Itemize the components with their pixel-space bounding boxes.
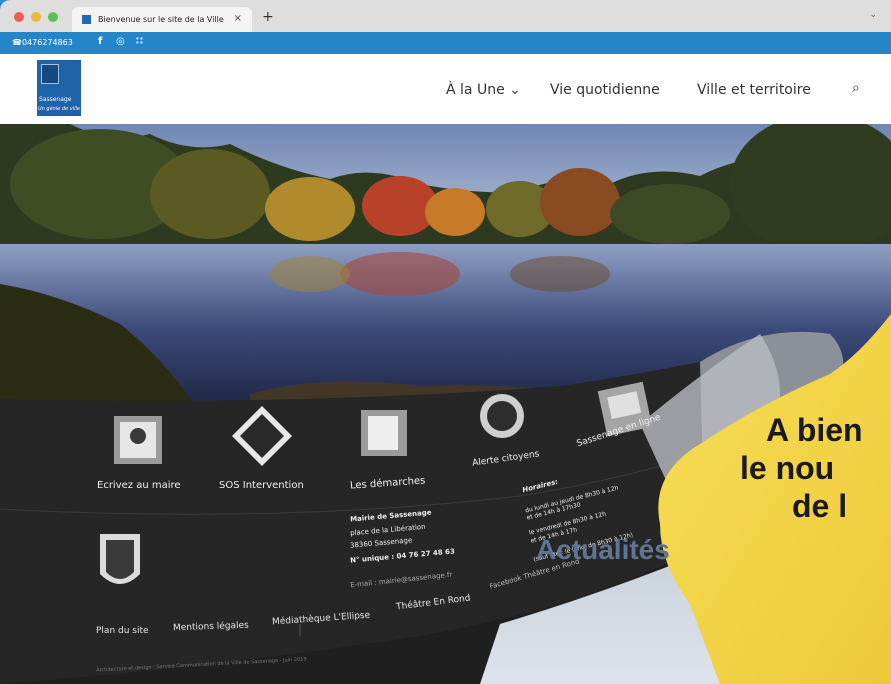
browser-tab[interactable]: Bienvenue sur le site de la Ville × [72, 7, 252, 32]
tab-title: Bienvenue sur le site de la Ville [98, 15, 224, 24]
facebook-icon[interactable]: f [98, 36, 102, 47]
close-window-button[interactable] [14, 12, 24, 22]
tabs-menu-icon[interactable]: ⌄ [869, 10, 877, 20]
new-tab-button[interactable]: + [262, 9, 274, 25]
nav-item-vie-quotidienne[interactable]: Vie quotidienne [550, 82, 660, 98]
logo-script: Un génie de ville [38, 106, 80, 112]
logo-name: Sassenage [39, 96, 72, 103]
close-tab-icon[interactable]: × [234, 13, 242, 24]
nav-item-a-la-une[interactable]: À la Une ⌄ [446, 82, 521, 98]
banner-line-3: de l [792, 488, 848, 524]
phone-link[interactable]: ☎0476274863 [12, 38, 73, 47]
banner-line-2-bold: nou [775, 450, 835, 486]
banner-line-2: le nou [740, 450, 834, 487]
favicon-icon [82, 15, 91, 24]
banner-line-2-prefix: le [740, 450, 776, 486]
nav-item-ville-territoire[interactable]: Ville et territoire [697, 82, 811, 98]
instagram-icon[interactable]: ◎ [116, 36, 125, 47]
crest-icon [41, 64, 59, 84]
search-icon[interactable]: ⌕ [852, 80, 860, 96]
quick-link-sos[interactable]: SOS Intervention [219, 480, 304, 491]
site-top-bar: ☎0476274863 f ◎ ∷ [0, 32, 891, 54]
rss-icon[interactable]: ∷ [136, 36, 143, 47]
browser-window: Bienvenue sur le site de la Ville × + ⌄ … [0, 0, 891, 684]
browser-tab-bar: Bienvenue sur le site de la Ville × + ⌄ [0, 0, 891, 32]
hero-section: Ecrivez au maire SOS Intervention Les dé… [0, 124, 891, 684]
site-logo[interactable]: Sassenage Un génie de ville [37, 60, 81, 116]
quick-link-ecrivez[interactable]: Ecrivez au maire [97, 480, 181, 491]
maximize-window-button[interactable] [48, 12, 58, 22]
banner-line-1: A bien [766, 412, 863, 448]
minimize-window-button[interactable] [31, 12, 41, 22]
footer-link-plan[interactable]: Plan du site [96, 626, 149, 636]
news-heading: Actualités [536, 534, 670, 565]
site-header: Sassenage Un génie de ville À la Une ⌄ V… [0, 54, 891, 124]
